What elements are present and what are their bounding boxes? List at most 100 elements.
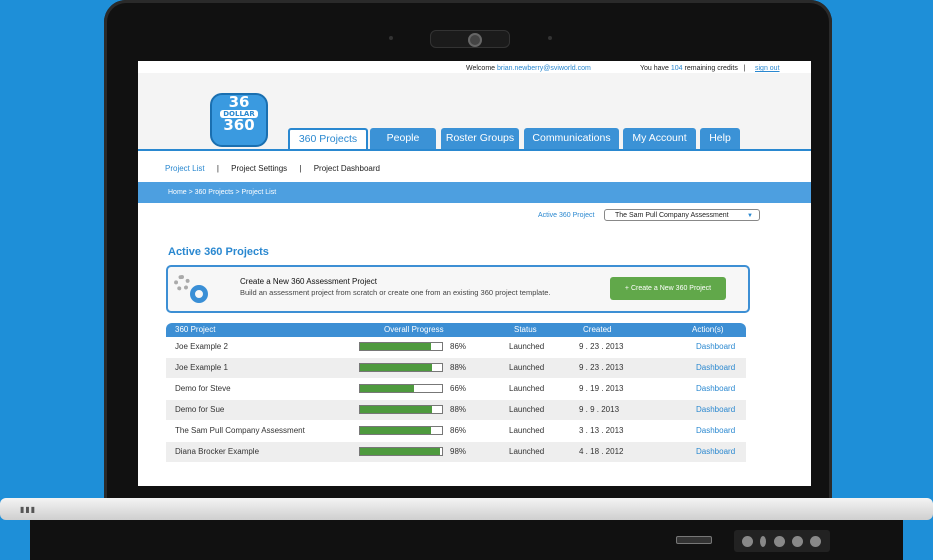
progress-fill [360,364,433,371]
tab-communications[interactable]: Communications [524,128,619,149]
col-header-actions: Action(s) [692,325,724,334]
active-project-label: Active 360 Project [538,212,595,219]
table-body: Joe Example 2 86% Launched 9 . 23 . 2013 Das… [166,337,746,463]
sensor-dot [389,36,393,40]
tab-my-account[interactable]: My Account [623,128,696,149]
col-header-status[interactable]: Status [514,325,537,334]
col-header-progress[interactable]: Overall Progress [384,325,444,334]
subnav-project-dashboard[interactable]: Project Dashboard [314,164,380,173]
dashboard-link[interactable]: Dashboard [696,426,735,435]
subnav-project-settings[interactable]: Project Settings [231,164,287,173]
subnav-project-list[interactable]: Project List [165,164,205,173]
progress-percent: 86% [450,342,467,351]
progress-percent: 98% [450,447,467,456]
dashboard-link[interactable]: Dashboard [696,342,735,351]
progress-percent: 86% [450,426,467,435]
progress-bar [359,447,443,456]
active-project-selector: Active 360 Project The Sam Pull Company … [538,209,760,222]
status-text: Launched [509,426,545,435]
created-date: 9 . 23 . 2013 [579,342,624,351]
sub-nav: Project List | Project Settings | Projec… [165,164,390,173]
dashboard-link[interactable]: Dashboard [696,363,735,372]
status-text: Launched [509,363,545,372]
dashboard-link[interactable]: Dashboard [696,447,735,456]
project-name[interactable]: Joe Example 2 [175,342,228,351]
progress-fill [360,448,441,455]
port-icon [774,536,785,547]
tab-360-projects[interactable]: 360 Projects [288,128,368,149]
credits-suffix: remaining credits [682,65,738,72]
project-name[interactable]: The Sam Pull Company Assessment [175,426,305,435]
welcome-label: Welcome [466,65,497,72]
status-text: Launched [509,342,545,351]
progress-percent: 88% [450,405,467,414]
logo-bottom: 360 [223,116,255,134]
status-leds-icon: ▮▮▮ [20,505,37,514]
table-row[interactable]: Joe Example 1 88% Launched 9 . 23 . 2013 Das… [166,358,746,379]
progress-bar [359,405,443,414]
created-date: 9 . 9 . 2013 [579,405,620,414]
separator: | [743,65,746,72]
created-date: 9 . 19 . 2013 [579,384,624,393]
page-title: Active 360 Projects [168,246,269,258]
table-row[interactable]: Demo for Steve 66% Launched 9 . 19 . 2013 Da… [166,379,746,400]
dashboard-link[interactable]: Dashboard [696,405,735,414]
progress-percent: 66% [450,384,467,393]
created-date: 9 . 23 . 2013 [579,363,624,372]
progress-fill [360,406,433,413]
logo[interactable]: 36 DOLLAR 360 [210,93,268,147]
active-project-value: The Sam Pull Company Assessment [615,212,729,219]
welcome-text: Welcome brian.newberry@sviworld.com [466,65,591,72]
dashboard-link[interactable]: Dashboard [696,384,735,393]
dropdown-arrow-icon: ▼ [747,213,753,219]
projects-table: 360 Project Overall Progress Status Crea… [166,323,746,463]
port-icon [742,536,753,547]
table-row[interactable]: The Sam Pull Company Assessment 86% Launch… [166,421,746,442]
breadcrumb-text[interactable]: Home > 360 Projects > Project List [138,189,276,196]
project-name[interactable]: Demo for Sue [175,405,224,414]
table-row[interactable]: Joe Example 2 86% Launched 9 . 23 . 2013 Das… [166,337,746,358]
app-screen: Welcome brian.newberry@sviworld.com You … [138,61,811,486]
create-title: Create a New 360 Assessment Project [240,277,377,286]
progress-percent: 88% [450,363,467,372]
sensor-dot [548,36,552,40]
progress-bar [359,363,443,372]
tab-people[interactable]: People [370,128,436,149]
tab-roster-groups[interactable]: Roster Groups [441,128,519,149]
progress-fill [360,427,431,434]
credits-text: You have 104 remaining credits | [640,65,746,72]
col-header-project[interactable]: 360 Project [175,325,215,334]
table-row[interactable]: Demo for Sue 88% Launched 9 . 9 . 2013 Dashb… [166,400,746,421]
credits-prefix: You have [640,65,671,72]
project-name[interactable]: Diana Brocker Example [175,447,259,456]
mic-port-icon [760,536,766,547]
card-slot [676,536,712,544]
tab-help[interactable]: Help [700,128,740,149]
credits-count: 104 [670,65,683,72]
status-text: Launched [509,405,545,414]
separator: | [299,164,302,173]
table-header: 360 Project Overall Progress Status Crea… [166,323,746,337]
gear-icon [174,275,190,291]
ports [734,530,830,552]
progress-bar [359,384,443,393]
create-project-button[interactable]: + Create a New 360 Project [610,277,726,300]
progress-bar [359,426,443,435]
created-date: 4 . 18 . 2012 [579,447,624,456]
progress-bar [359,342,443,351]
breadcrumb: Home > 360 Projects > Project List [138,182,811,203]
progress-fill [360,343,431,350]
status-text: Launched [509,447,545,456]
table-row[interactable]: Diana Brocker Example 98% Launched 4 . 18 .… [166,442,746,463]
project-name[interactable]: Demo for Steve [175,384,231,393]
sign-out-link[interactable]: sign out [755,65,780,72]
create-description: Build an assessment project from scratch… [240,288,551,297]
separator: | [216,164,219,173]
user-email: brian.newberry@sviworld.com [497,65,591,72]
project-name[interactable]: Joe Example 1 [175,363,228,372]
col-header-created[interactable]: Created [583,325,611,334]
gear-icon [190,285,208,303]
active-project-dropdown[interactable]: The Sam Pull Company Assessment ▼ [604,209,760,221]
progress-fill [360,385,415,392]
created-date: 3 . 13 . 2013 [579,426,624,435]
